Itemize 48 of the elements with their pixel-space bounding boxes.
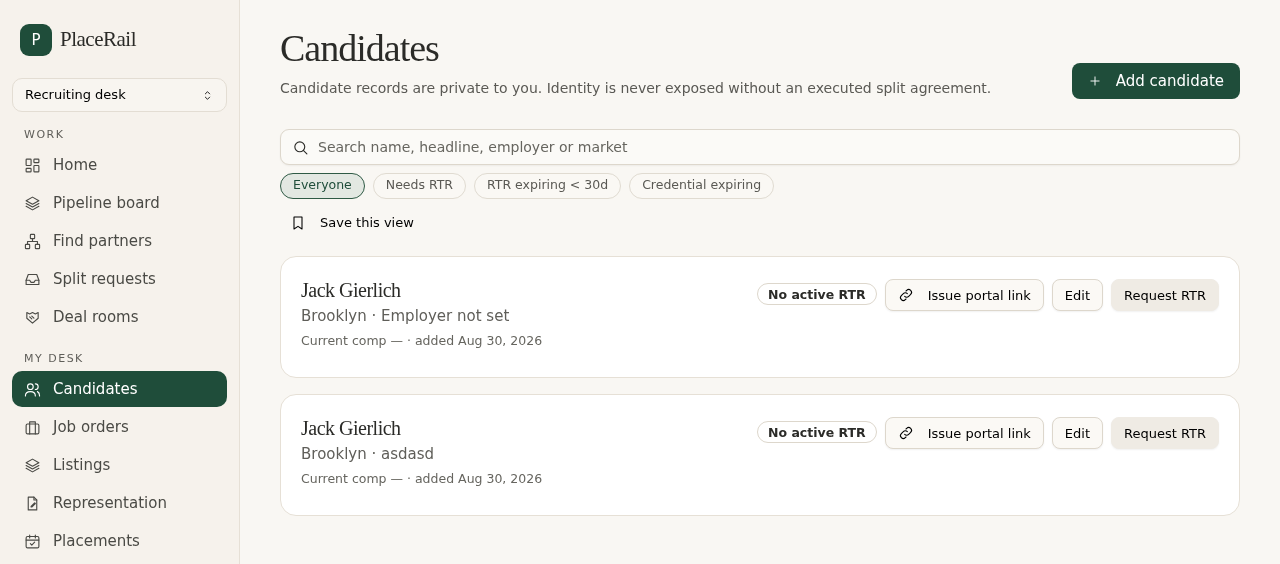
edit-button[interactable]: Edit	[1051, 279, 1103, 312]
bookmark-icon	[290, 214, 306, 231]
sidebar-item[interactable]: Job orders	[12, 409, 227, 445]
candidate-name: Jack Gierlich	[301, 279, 402, 302]
workspace-select[interactable]: Recruiting desk	[12, 78, 227, 112]
candidate-meta: Current comp — · added Aug 30, 2026	[301, 469, 543, 488]
filter-chip[interactable]: Credential expiring	[629, 172, 775, 199]
sidebar-item[interactable]: Placements	[12, 523, 227, 559]
candidate-location: Brooklyn · Employer not set	[301, 306, 511, 328]
briefcase-icon	[24, 418, 41, 436]
logo-icon: P	[20, 24, 52, 56]
sidebar-item[interactable]: Candidates	[12, 371, 227, 407]
link-icon	[897, 287, 914, 304]
search-field[interactable]: Search name, headline, employer or market	[280, 128, 1240, 165]
sidebar-item[interactable]: Listings	[12, 447, 227, 483]
inbox-icon	[24, 271, 41, 288]
page-subtitle: Candidate records are private to you. Identity is never exposed without an executed split agreement.	[280, 78, 992, 98]
layers-icon	[24, 456, 41, 474]
grid-icon	[24, 157, 41, 174]
filter-chip[interactable]: Needs RTR	[372, 172, 467, 199]
section-heading: WORK	[23, 127, 66, 143]
add-candidate-button[interactable]: Add candidate	[1071, 62, 1240, 99]
request-rtr-button[interactable]: Request RTR	[1111, 279, 1219, 312]
sidebar-item[interactable]: Find partners	[12, 223, 227, 260]
users-icon	[24, 380, 41, 398]
portal-link-button[interactable]: Issue portal link	[884, 279, 1044, 312]
sidebar-item[interactable]: Deal rooms	[12, 299, 227, 336]
candidate-name: Jack Gierlich	[301, 417, 402, 440]
section-heading: MY DESK	[23, 350, 85, 367]
layers-icon	[24, 195, 41, 212]
candidate-location: Brooklyn · asdasd	[301, 444, 436, 466]
sidebar-item[interactable]: Split requests	[12, 261, 227, 298]
filter-chip[interactable]: RTR expiring < 30d	[474, 172, 622, 199]
filter-chip[interactable]: Everyone	[280, 172, 365, 199]
calendar-check-icon	[24, 532, 41, 550]
sidebar-item[interactable]: Home	[12, 147, 227, 184]
candidate-meta: Current comp — · added Aug 30, 2026	[301, 331, 543, 350]
link-icon	[897, 425, 914, 442]
save-view-button[interactable]: Save this view	[280, 212, 424, 233]
brand-name: PlaceRail	[60, 26, 136, 54]
network-icon	[24, 233, 41, 250]
sidebar-item[interactable]: Representation	[12, 485, 227, 521]
request-rtr-button[interactable]: Request RTR	[1111, 417, 1219, 450]
sidebar-item[interactable]: Pipeline board	[12, 185, 227, 222]
portal-link-button[interactable]: Issue portal link	[884, 417, 1044, 450]
edit-button[interactable]: Edit	[1051, 417, 1103, 450]
plus-icon	[1087, 73, 1102, 88]
page-title: Candidates	[280, 28, 440, 70]
